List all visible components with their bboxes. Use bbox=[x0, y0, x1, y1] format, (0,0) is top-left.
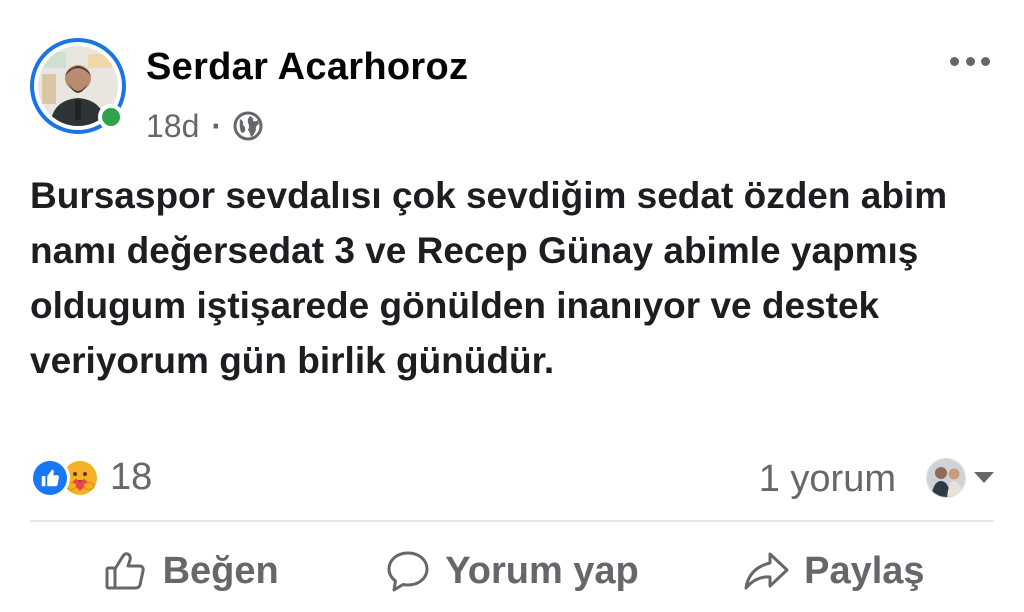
more-dot bbox=[950, 56, 959, 66]
thumbs-up-icon bbox=[103, 548, 149, 594]
chevron-down-icon[interactable] bbox=[974, 472, 994, 483]
more-dot bbox=[965, 56, 975, 66]
globe-icon[interactable] bbox=[232, 110, 264, 142]
meta-separator: · bbox=[211, 107, 223, 144]
author-avatar[interactable] bbox=[30, 38, 126, 134]
reactions-summary[interactable]: 18 bbox=[30, 456, 152, 499]
comment-button-label: Yorum yap bbox=[445, 549, 639, 592]
like-button[interactable]: Beğen bbox=[30, 536, 351, 606]
comment-bubble-icon bbox=[385, 548, 431, 594]
reaction-count: 18 bbox=[110, 456, 153, 498]
post-stats: 18 1 yorum bbox=[30, 450, 994, 506]
author-name[interactable]: Serdar Acarhoroz bbox=[146, 46, 468, 89]
commenter-avatar[interactable] bbox=[926, 458, 966, 498]
like-reaction-icon bbox=[30, 457, 70, 498]
post-meta: 18d · bbox=[146, 106, 264, 146]
comment-button[interactable]: Yorum yap bbox=[351, 536, 672, 606]
share-button-label: Paylaş bbox=[804, 549, 925, 592]
more-dot bbox=[981, 56, 990, 66]
more-options-icon[interactable] bbox=[950, 54, 990, 68]
post-body-text: Bursaspor sevdalısı çok sevdiğim sedat ö… bbox=[30, 175, 948, 381]
share-button[interactable]: Paylaş bbox=[673, 536, 994, 606]
divider bbox=[30, 520, 994, 522]
share-arrow-icon bbox=[742, 548, 790, 594]
comment-count-link[interactable]: 1 yorum bbox=[759, 458, 896, 501]
online-status-dot bbox=[98, 104, 124, 130]
post-timestamp[interactable]: 18d bbox=[146, 108, 199, 145]
like-button-label: Beğen bbox=[162, 549, 279, 592]
post-actions-bar: Beğen Yorum yap Paylaş bbox=[30, 536, 994, 606]
